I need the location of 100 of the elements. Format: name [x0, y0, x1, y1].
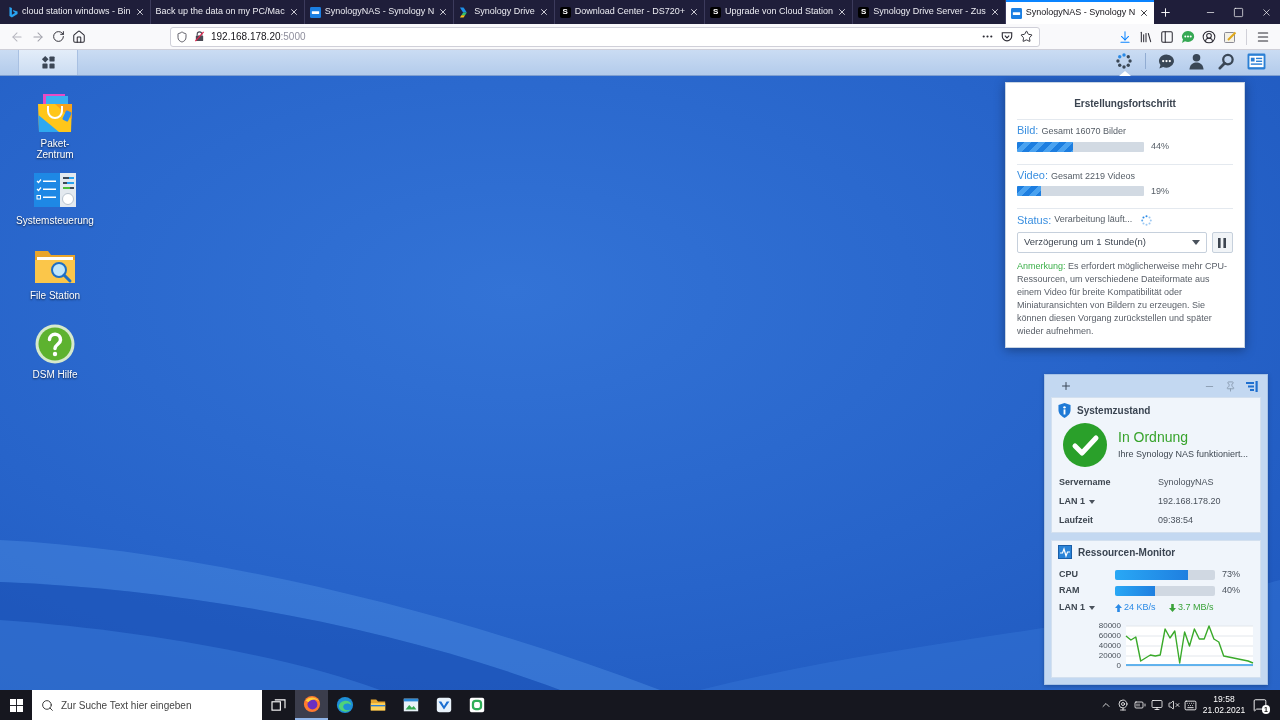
meter-label: RAM	[1059, 584, 1081, 598]
account-icon[interactable]	[1202, 29, 1216, 44]
delay-select[interactable]: Verzögerung um 1 Stunde(n)	[1017, 232, 1207, 253]
axis-tick-label: 20000	[1098, 651, 1121, 661]
widgets-icon[interactable]	[1246, 53, 1266, 70]
chat-bubble-icon[interactable]	[1157, 53, 1175, 70]
muted-speaker-icon[interactable]	[1167, 699, 1180, 711]
note-text: Anmerkung: Es erfordert möglicherweise mehr CPU-Ressourcen, um verschiedene Dateiformate aus einem Video für breite Kompatibilität oder Miniaturansichten von Bildern zu erzeugen. Sie können diesen Vorgang zurückstellen und später wieder aufnehmen.	[1017, 260, 1229, 338]
reload-icon[interactable]	[52, 30, 65, 43]
meter-reading: 40%	[1222, 584, 1240, 598]
network-dropdown[interactable]: LAN 1	[1059, 600, 1095, 615]
picture-app-icon	[401, 696, 420, 714]
info-label: Servername	[1059, 475, 1111, 489]
progress-percent: 19%	[1151, 184, 1169, 198]
keyboard-icon[interactable]	[1184, 698, 1197, 712]
close-icon[interactable]	[288, 7, 299, 17]
close-icon[interactable]	[1260, 6, 1272, 18]
upload-arrow-icon	[1115, 603, 1122, 612]
close-icon[interactable]	[689, 7, 700, 17]
chevron-app-icon	[434, 696, 453, 714]
download-rate: 3.7 MB/s	[1178, 600, 1214, 614]
caret-icon	[1191, 240, 1200, 245]
desktop-shortcut[interactable]: Systemsteuerung	[15, 170, 95, 247]
help-icon[interactable]	[35, 324, 75, 364]
desktop-shortcut[interactable]: File Station	[15, 247, 95, 324]
url-text: 192.168.178.20:5000	[211, 30, 306, 44]
progress-ring-icon[interactable]	[1116, 53, 1132, 69]
meter-label: CPU	[1059, 568, 1079, 582]
close-icon[interactable]	[837, 7, 848, 17]
user-icon[interactable]	[1187, 53, 1205, 70]
download-icon[interactable]	[1118, 29, 1132, 44]
chat-bubble-icon[interactable]	[1181, 29, 1195, 44]
insecure-lock-icon[interactable]	[194, 31, 205, 42]
pocket-icon[interactable]	[1001, 30, 1013, 43]
main-menu-button[interactable]	[18, 50, 78, 75]
site-logo: S	[710, 6, 722, 18]
check-circle-icon	[1063, 423, 1107, 467]
address-field[interactable]: 192.168.178.20:5000	[170, 26, 1040, 47]
popover-title: Erstellungsfortschritt	[1074, 98, 1176, 109]
health-message: Ihre Synology NAS funktioniert...	[1118, 447, 1249, 461]
axis-tick-label: 40000	[1098, 641, 1121, 651]
panel-toggle-icon[interactable]	[1246, 380, 1258, 392]
monitor-icon[interactable]	[1150, 699, 1163, 711]
close-icon[interactable]	[134, 7, 145, 17]
close-icon[interactable]	[989, 7, 1000, 17]
taskbar-app-button[interactable]	[295, 690, 328, 720]
pause-button[interactable]	[1211, 232, 1233, 253]
progress-detail: Gesamt 16070 Bilder	[1041, 125, 1126, 138]
search-icon	[41, 698, 54, 712]
clock-date[interactable]: 21.02.2021	[1202, 705, 1246, 716]
browser-tab[interactable]: SynologyNAS - Synology N	[1005, 0, 1155, 24]
desktop-shortcut[interactable]: DSM Hilfe	[15, 324, 95, 401]
site-logo: S	[559, 6, 571, 18]
swirl-browser-icon	[335, 696, 354, 714]
download-arrow-icon	[1169, 603, 1176, 612]
task-view-icon[interactable]	[271, 698, 286, 712]
webcam-icon[interactable]	[1116, 699, 1129, 711]
notepad-icon[interactable]	[1223, 29, 1237, 44]
upload-rate: 24 KB/s	[1124, 600, 1156, 614]
info-shield-icon	[1058, 402, 1071, 418]
menu-icon[interactable]	[1256, 29, 1270, 44]
clock-time[interactable]: 19:58	[1213, 694, 1235, 705]
info-value: 09:38:54	[1158, 513, 1194, 527]
close-icon[interactable]	[1139, 8, 1150, 18]
info-value: 192.168.178.20	[1158, 494, 1221, 508]
ribbon-logo-icon	[9, 6, 18, 18]
new-tab-icon[interactable]	[1158, 5, 1172, 19]
card-title: Systemzustand	[1077, 403, 1151, 418]
battery-icon[interactable]	[1133, 699, 1146, 711]
control-panel-icon[interactable]	[33, 170, 77, 210]
search-field[interactable]: Zur Suche Text hier eingeben	[32, 690, 262, 720]
status-label: Status:	[1017, 212, 1052, 228]
status-value: Verarbeitung läuft...	[1054, 213, 1133, 227]
shield-icon[interactable]	[176, 30, 188, 43]
meter-reading: 73%	[1222, 568, 1240, 582]
progress-label: Bild:	[1017, 124, 1039, 137]
spinner-icon	[1141, 214, 1153, 226]
progress-label: Video:	[1017, 168, 1048, 182]
maximize-icon[interactable]	[1232, 6, 1244, 18]
add-icon[interactable]	[1060, 380, 1072, 392]
close-icon[interactable]	[538, 7, 549, 17]
site-logo-icon	[1010, 7, 1022, 19]
close-icon[interactable]	[438, 7, 449, 17]
shopping-bag-icon[interactable]	[35, 93, 75, 133]
network-dropdown[interactable]: LAN 1	[1059, 494, 1095, 509]
search-icon[interactable]	[1217, 53, 1235, 70]
card-title: Ressourcen-Monitor	[1078, 545, 1176, 560]
caret-icon	[1089, 499, 1095, 504]
library-icon[interactable]	[1139, 29, 1153, 44]
windows-logo-icon[interactable]	[9, 698, 23, 712]
home-icon[interactable]	[72, 29, 86, 44]
progress-percent: 44%	[1151, 140, 1169, 153]
desktop-shortcut[interactable]: Paket-Zentrum	[15, 93, 95, 170]
app-grid-icon	[40, 55, 56, 70]
bookmark-star-icon[interactable]	[1020, 30, 1033, 43]
pulse-monitor-icon	[1058, 545, 1072, 559]
axis-tick-label: 80000	[1098, 621, 1121, 631]
axis-tick-label: 0	[1116, 661, 1121, 671]
info-value: SynologyNAS	[1158, 475, 1214, 489]
sidebar-icon[interactable]	[1160, 29, 1174, 44]
